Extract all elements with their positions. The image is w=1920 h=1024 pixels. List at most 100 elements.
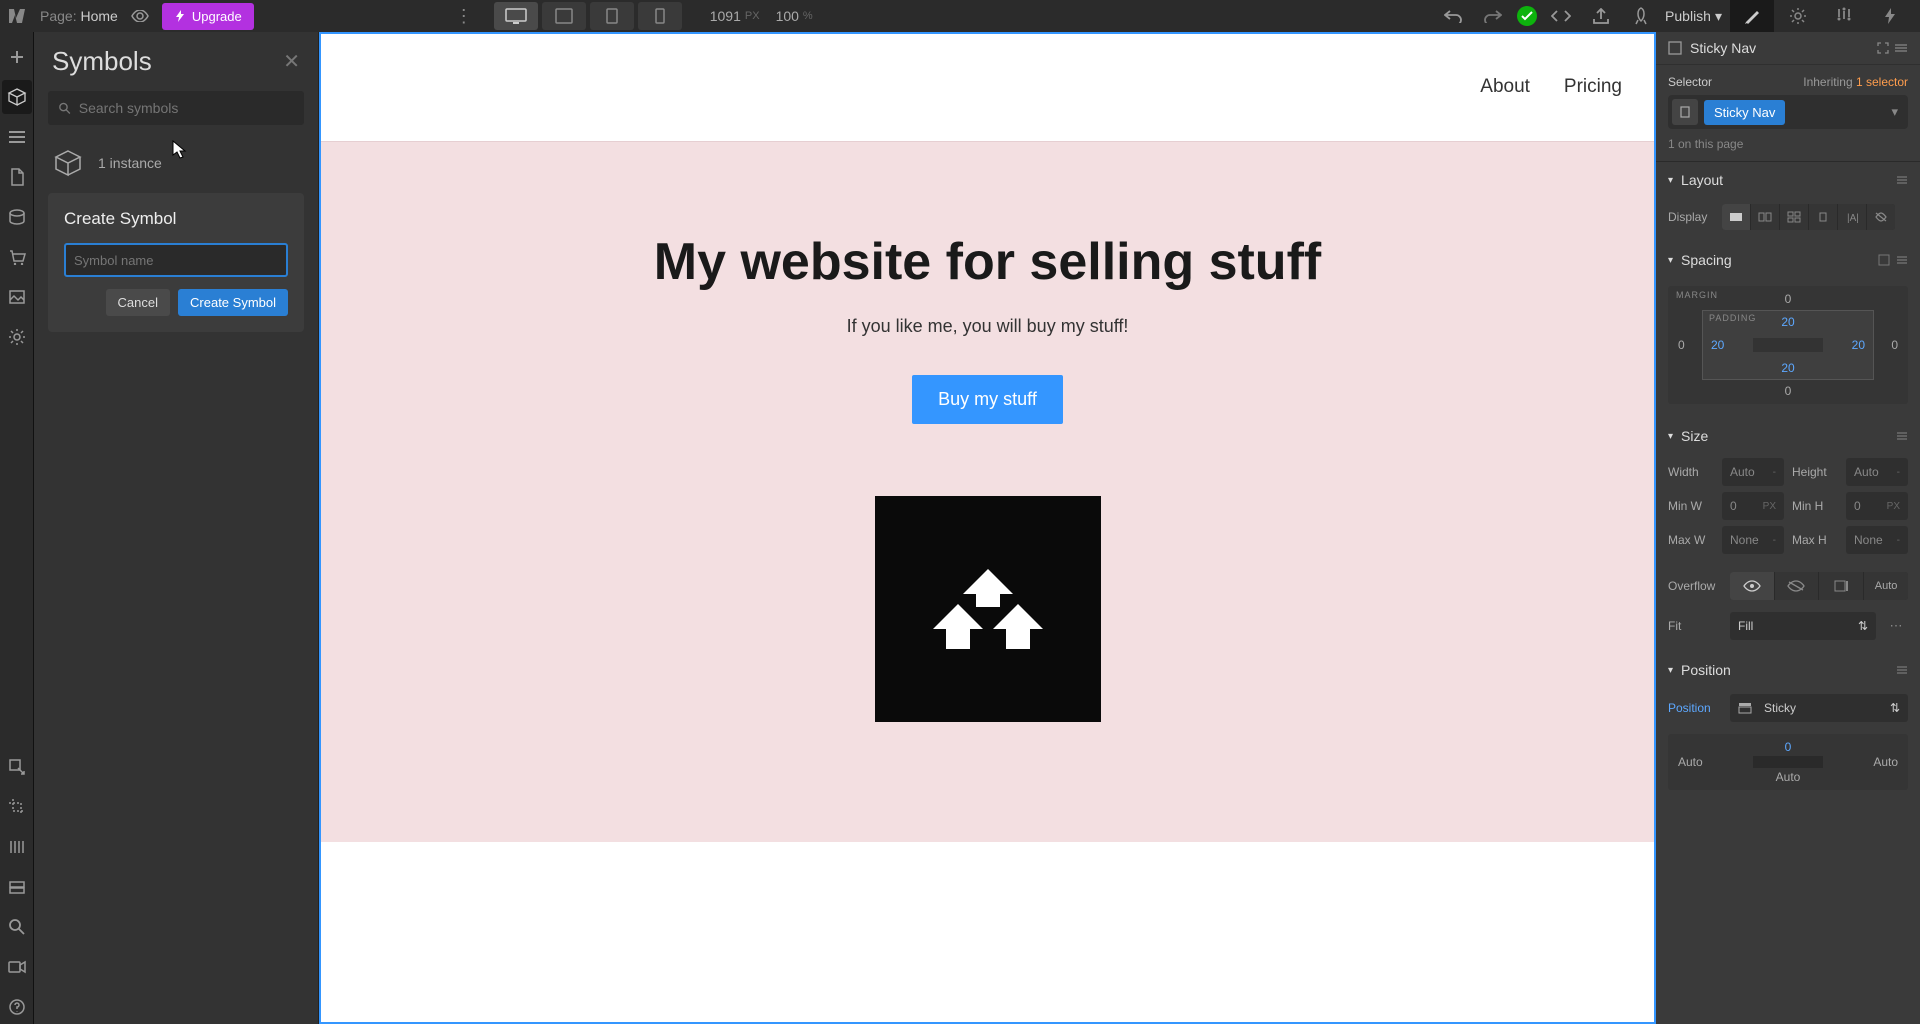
webflow-logo[interactable] (8, 4, 32, 28)
pages-icon[interactable] (2, 160, 32, 194)
create-symbol-button[interactable]: Create Symbol (178, 289, 288, 316)
hero-cta-button[interactable]: Buy my stuff (912, 375, 1063, 424)
code-icon[interactable] (1545, 2, 1577, 30)
settings-icon[interactable] (2, 320, 32, 354)
cancel-button[interactable]: Cancel (106, 289, 170, 316)
section-layout[interactable]: ▾Layout (1656, 162, 1920, 198)
effects-panel-icon[interactable] (1868, 0, 1912, 32)
settings-panel-icon[interactable] (1776, 0, 1820, 32)
padding-top[interactable]: 20 (1781, 315, 1794, 329)
offset-bottom[interactable]: Auto (1776, 770, 1801, 784)
display-block-icon[interactable] (1722, 204, 1750, 230)
symbol-instance-row[interactable]: 1 instance (34, 137, 318, 193)
search-icon[interactable] (2, 910, 32, 944)
add-element-icon[interactable] (2, 40, 32, 74)
canvas-width[interactable]: 1091 (710, 8, 741, 24)
maxw-input[interactable]: None- (1722, 526, 1784, 554)
position-select[interactable]: Sticky ⇅ (1730, 694, 1908, 722)
offset-top[interactable]: 0 (1785, 740, 1792, 754)
navigator-icon[interactable] (2, 120, 32, 154)
display-inline-block-icon[interactable] (1809, 204, 1837, 230)
display-grid-icon[interactable] (1780, 204, 1808, 230)
offset-left[interactable]: Auto (1678, 755, 1703, 769)
viewport-desktop-icon[interactable] (494, 2, 538, 30)
spacing-mode-icon[interactable] (1878, 254, 1890, 266)
fit-select[interactable]: Fill⇅ (1730, 612, 1876, 640)
close-icon[interactable]: ✕ (283, 49, 300, 74)
expand-icon[interactable] (1894, 41, 1908, 55)
height-input[interactable]: Auto- (1846, 458, 1908, 486)
maxh-input[interactable]: None- (1846, 526, 1908, 554)
upgrade-button[interactable]: Upgrade (162, 3, 254, 30)
redo-icon[interactable] (1477, 2, 1509, 30)
reset-icon[interactable] (1896, 430, 1908, 442)
undo-icon[interactable] (1437, 2, 1469, 30)
focus-icon[interactable] (1876, 41, 1890, 55)
reset-icon[interactable] (1896, 664, 1908, 676)
offset-right[interactable]: Auto (1873, 755, 1898, 769)
assets-icon[interactable] (2, 280, 32, 314)
overflow-scroll-icon[interactable] (1819, 572, 1863, 600)
symbols-icon[interactable] (2, 80, 32, 114)
viewport-mobile-icon[interactable] (638, 2, 682, 30)
section-spacing[interactable]: ▾Spacing (1656, 242, 1920, 278)
hero-title[interactable]: My website for selling stuff (359, 232, 1616, 292)
crop-icon[interactable] (2, 790, 32, 824)
margin-right[interactable]: 0 (1891, 338, 1898, 352)
video-icon[interactable] (2, 950, 32, 984)
fit-more-icon[interactable]: ⋯ (1884, 612, 1908, 640)
audit-icon[interactable] (2, 750, 32, 784)
viewport-tablet-icon[interactable] (542, 2, 586, 30)
margin-bottom[interactable]: 0 (1785, 384, 1792, 398)
publish-button[interactable]: Publish ▾ (1665, 8, 1722, 25)
site-nav[interactable]: About Pricing (319, 32, 1656, 142)
interactions-panel-icon[interactable] (1822, 0, 1866, 32)
margin-top[interactable]: 0 (1785, 292, 1792, 306)
style-panel-icon[interactable] (1730, 0, 1774, 32)
width-input[interactable]: Auto- (1722, 458, 1784, 486)
section-size[interactable]: ▾Size (1656, 418, 1920, 454)
margin-left[interactable]: 0 (1678, 338, 1685, 352)
chevron-down-icon[interactable]: ▾ (1885, 104, 1904, 120)
overflow-auto[interactable]: Auto (1864, 572, 1908, 600)
display-flex-icon[interactable] (1751, 204, 1779, 230)
reset-icon[interactable] (1896, 254, 1908, 266)
more-menu-icon[interactable]: ⋮ (450, 6, 478, 27)
cms-icon[interactable] (2, 200, 32, 234)
padding-bottom[interactable]: 20 (1781, 361, 1794, 375)
preview-toggle-icon[interactable] (126, 2, 154, 30)
page-selector[interactable]: Page: Home (40, 8, 118, 24)
export-icon[interactable] (1585, 2, 1617, 30)
selector-input[interactable]: Sticky Nav ▾ (1668, 95, 1908, 129)
canvas-zoom[interactable]: 100 (776, 8, 799, 24)
hero-image[interactable] (875, 496, 1101, 722)
grid-guides-icon[interactable] (2, 830, 32, 864)
rocket-icon[interactable] (1625, 2, 1657, 30)
section-position[interactable]: ▾Position (1656, 652, 1920, 688)
inheriting-count[interactable]: 1 selector (1856, 75, 1908, 89)
display-inline-icon[interactable]: |A| (1838, 204, 1866, 230)
hero-subtitle[interactable]: If you like me, you will buy my stuff! (359, 316, 1616, 337)
overflow-visible-icon[interactable] (1730, 572, 1774, 600)
nav-link-pricing[interactable]: Pricing (1564, 76, 1622, 98)
selector-state-icon[interactable] (1672, 99, 1698, 125)
viewport-tablet-landscape-icon[interactable] (590, 2, 634, 30)
backup-icon[interactable] (2, 870, 32, 904)
help-icon[interactable] (2, 990, 32, 1024)
status-ok-icon[interactable] (1517, 6, 1537, 26)
symbol-search-input[interactable] (79, 100, 294, 116)
padding-left[interactable]: 20 (1711, 338, 1724, 352)
display-none-icon[interactable] (1867, 204, 1895, 230)
minh-input[interactable]: 0PX (1846, 492, 1908, 520)
reset-icon[interactable] (1896, 174, 1908, 186)
minw-input[interactable]: 0PX (1722, 492, 1784, 520)
hero-section[interactable]: My website for selling stuff If you like… (319, 142, 1656, 842)
nav-link-about[interactable]: About (1480, 76, 1530, 98)
selector-tag[interactable]: Sticky Nav (1704, 100, 1785, 125)
overflow-hidden-icon[interactable] (1775, 572, 1819, 600)
symbol-search[interactable] (48, 91, 304, 125)
symbol-name-input[interactable] (64, 243, 288, 277)
ecommerce-icon[interactable] (2, 240, 32, 274)
padding-right[interactable]: 20 (1852, 338, 1865, 352)
design-canvas[interactable]: About Pricing My website for selling stu… (319, 32, 1656, 1024)
